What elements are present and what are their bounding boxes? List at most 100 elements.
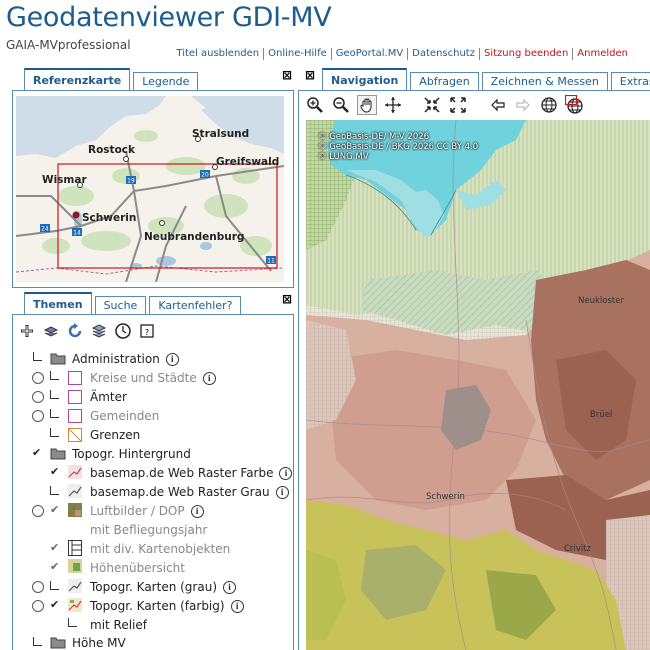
map-place-label: Neukloster (578, 296, 624, 306)
info-icon[interactable]: i (202, 371, 216, 385)
tab-kartenfehler[interactable]: Kartenfehler? (149, 296, 242, 314)
full-extent-icon[interactable] (449, 96, 467, 114)
tree-item-hoehenuebersicht[interactable]: Höhenübersicht (90, 559, 185, 577)
tab-legende[interactable]: Legende (133, 72, 199, 90)
folder-icon[interactable] (50, 635, 66, 649)
city-label: Greifswald (216, 156, 280, 168)
swatch-icon (68, 409, 82, 423)
tab-suche[interactable]: Suche (94, 296, 147, 314)
info-icon[interactable]: i (165, 352, 179, 366)
close-icon[interactable]: ⊠ (281, 69, 293, 82)
globe-select-icon[interactable] (565, 95, 583, 114)
folder-icon[interactable] (50, 351, 66, 365)
folder-open-icon[interactable] (50, 446, 66, 460)
layers-icon[interactable] (42, 322, 60, 340)
reference-tabbar: Referenzkarte Legende (24, 68, 201, 90)
layer-radio[interactable] (32, 581, 44, 593)
layer-radio[interactable] (32, 372, 44, 384)
tab-referenzkarte[interactable]: Referenzkarte (24, 68, 131, 90)
tab-extras[interactable]: Extras (610, 72, 650, 90)
close-icon[interactable]: ⊠ (281, 293, 293, 306)
tree-item-basemap-grau[interactable]: basemap.de Web Raster Grau i (90, 483, 289, 501)
app-title: Geodatenviewer GDI-MV (6, 2, 332, 33)
tab-navigation[interactable]: Navigation (322, 68, 408, 90)
header-links: Titel ausblenden Online-Hilfe GeoPortal.… (172, 48, 632, 60)
tree-item-topogr-hintergrund[interactable]: Topogr. Hintergrund (72, 445, 191, 463)
forward-arrow-icon[interactable] (514, 96, 532, 114)
tree-item-basemap-farbe[interactable]: basemap.de Web Raster Farbe i (90, 464, 293, 482)
layers-stack-icon[interactable] (90, 322, 108, 340)
layer-checkbox[interactable]: ✔ (32, 447, 44, 459)
link-online-hilfe[interactable]: Online-Hilfe (263, 48, 331, 60)
layer-radio[interactable] (32, 391, 44, 403)
map-thumbnail-icon (68, 465, 82, 479)
link-sitzung-beenden[interactable]: Sitzung beenden (478, 48, 572, 60)
layer-checkbox[interactable]: ✔ (50, 561, 62, 573)
tree-item-luftbilder[interactable]: Luftbilder / DOP i (90, 502, 204, 520)
info-icon[interactable]: i (223, 580, 236, 594)
reference-map-graphic: 19 20 24 14 11 (16, 96, 284, 282)
refresh-icon[interactable] (66, 322, 84, 340)
app-subtitle: GAIA-MVprofessional (6, 38, 131, 52)
themes-toolbar: ? (18, 322, 156, 340)
city-label: Wismar (42, 174, 87, 186)
layer-checkbox[interactable]: ✔ (50, 599, 62, 611)
map-place-label: Schwerin (426, 492, 465, 502)
zoom-out-icon[interactable] (332, 96, 350, 114)
layer-radio[interactable] (32, 410, 44, 422)
map-thumbnail-icon (68, 579, 82, 593)
map-thumbnail-icon (68, 484, 82, 498)
tab-themen[interactable]: Themen (24, 292, 92, 314)
swatch-icon (68, 371, 82, 385)
add-layer-icon[interactable] (18, 322, 36, 340)
city-label: Rostock (88, 144, 135, 156)
info-icon[interactable]: i (230, 599, 244, 613)
link-geoportal[interactable]: GeoPortal.MV (330, 48, 407, 60)
svg-text:19: 19 (127, 178, 135, 185)
pan-hand-icon[interactable] (357, 95, 377, 115)
tree-item-topogr-karten-grau[interactable]: Topogr. Karten (grau) i (90, 578, 236, 596)
grid-legend-icon (68, 540, 82, 556)
zoom-to-extent-icon[interactable] (423, 96, 441, 114)
elevation-thumbnail-icon (68, 559, 82, 573)
back-arrow-icon[interactable] (489, 96, 507, 114)
city-label: Neubrandenburg (144, 231, 245, 243)
move-cross-icon[interactable] (384, 96, 402, 114)
main-map[interactable]: Neukloster Brüel Schwerin Crivitz (306, 120, 650, 650)
zoom-in-icon[interactable] (306, 96, 324, 114)
tab-abfragen[interactable]: Abfragen (410, 72, 479, 90)
info-icon[interactable]: i (279, 466, 293, 480)
tab-zeichnen-messen[interactable]: Zeichnen & Messen (481, 72, 608, 90)
layer-checkbox[interactable]: ✔ (50, 542, 62, 554)
link-anmelden[interactable]: Anmelden (572, 48, 632, 60)
tree-item-mit-relief[interactable]: mit Relief (90, 616, 147, 634)
tree-item-aemter[interactable]: Ämter (90, 388, 127, 406)
clock-icon[interactable] (114, 322, 132, 340)
layer-checkbox[interactable]: ✔ (50, 504, 62, 516)
layer-checkbox[interactable]: ✔ (50, 466, 62, 478)
close-icon[interactable]: ⊠ (304, 69, 316, 82)
city-label: Schwerin (82, 212, 137, 224)
tree-item-grenzen[interactable]: Grenzen (90, 426, 140, 444)
svg-text:20: 20 (201, 172, 209, 179)
info-icon[interactable]: i (275, 485, 289, 499)
info-icon[interactable]: i (190, 504, 204, 518)
themes-tabbar: Themen Suche Kartenfehler? (24, 292, 244, 314)
tree-item-befliegungsjahr[interactable]: mit Befliegungsjahr (90, 521, 207, 539)
link-titel-ausblenden[interactable]: Titel ausblenden (172, 48, 263, 60)
layer-radio[interactable] (32, 600, 44, 612)
tree-item-gemeinden[interactable]: Gemeinden (90, 407, 159, 425)
tree-item-kartenobjekte[interactable]: mit div. Kartenobjekten (90, 540, 230, 558)
tree-item-kreise[interactable]: Kreise und Städte i (90, 369, 216, 387)
tree-item-topogr-karten-farbig[interactable]: Topogr. Karten (farbig) i (90, 597, 244, 615)
globe-icon[interactable] (540, 96, 558, 114)
tree-item-administration[interactable]: Administration i (72, 350, 179, 368)
svg-text:11: 11 (267, 258, 275, 265)
layer-radio[interactable] (32, 505, 44, 517)
reference-map[interactable]: 19 20 24 14 11 Stralsund Rostock Greifsw… (16, 96, 284, 282)
link-datenschutz[interactable]: Datenschutz (407, 48, 479, 60)
tree-item-hoehe-mv[interactable]: Höhe MV (72, 634, 126, 650)
map-legend-icon[interactable]: ? (138, 322, 156, 340)
svg-text:14: 14 (73, 230, 81, 237)
svg-text:?: ? (145, 328, 149, 337)
